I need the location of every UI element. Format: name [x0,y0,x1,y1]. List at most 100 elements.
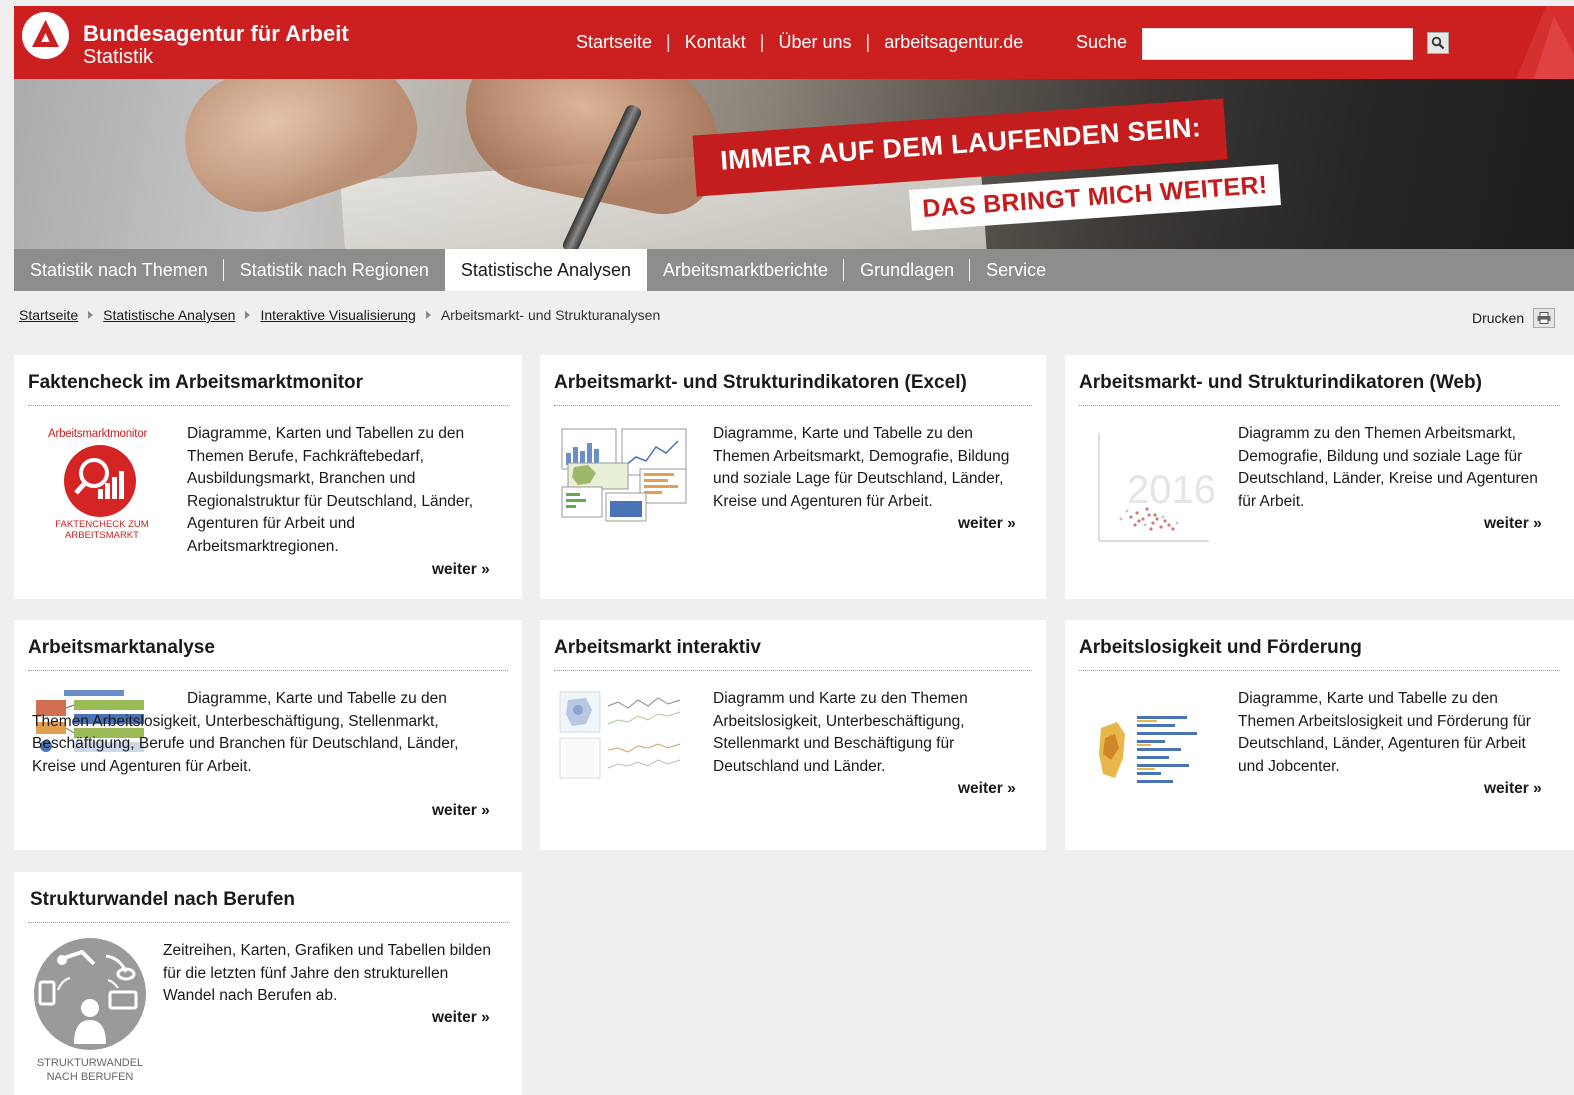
more-arrow-icon: » [1533,780,1542,797]
card-arbeitsmarkt-interaktiv: Arbeitsmarkt interaktiv Diagramm und Kar… [540,620,1046,850]
card-title[interactable]: Arbeitslosigkeit und Förderung [1079,637,1362,659]
header-nav-ueber-uns[interactable]: Über uns [778,32,851,53]
breadcrumb-arrow-icon [425,311,431,319]
hero-banner: IMMER AUF DEM LAUFENDEN SEIN: DAS BRINGT… [14,79,1574,249]
faktencheck-thumbnail[interactable] [64,445,136,517]
header-nav-kontakt[interactable]: Kontakt [685,32,746,53]
more-label: weiter [1484,780,1529,797]
card-divider [28,922,508,923]
more-arrow-icon: » [481,1009,490,1026]
arbeitsmarkt-interaktiv-thumbnail[interactable] [556,686,686,786]
ba-logo-icon[interactable] [22,12,69,59]
card-divider [554,405,1032,406]
breadcrumb-current: Arbeitsmarkt- und Strukturanalysen [440,307,661,323]
brand-subtitle: Statistik [83,46,154,68]
thumb-year-label: 2016 [1127,468,1215,512]
nav-separator: | [865,32,871,52]
brand[interactable]: Bundesagentur für Arbeit Statistik [83,21,349,69]
header-nav-startseite[interactable]: Startseite [576,32,652,53]
search-icon [1431,36,1445,50]
breadcrumb-startseite[interactable]: Startseite [19,307,78,323]
card-description: Diagramm zu den Themen Arbeitsmarkt, Dem… [1238,425,1538,510]
card-description: Diagramme, Karte und Tabelle zu den Them… [713,425,1010,510]
logo-corner-decoration [1516,6,1574,79]
card-more-link[interactable]: weiter » [432,802,490,820]
card-arbeitsmarktanalyse: Arbeitsmarktanalyse Diagramme, Karte und… [14,620,522,850]
card-divider [28,670,508,671]
main-nav-grundlagen[interactable]: Grundlagen [844,249,971,291]
card-description-text: Diagramme, Karte und Tabelle zu den Them… [32,690,459,775]
card-more-link[interactable]: weiter » [1484,515,1542,533]
card-indikatoren-web: Arbeitsmarkt- und Strukturindikatoren (W… [1065,355,1574,599]
nav-separator: | [759,32,765,52]
card-divider [28,405,508,406]
thumb-label: STRUKTURWANDEL NACH BERUFEN [36,1057,144,1083]
card-title[interactable]: Arbeitsmarkt- und Strukturindikatoren (W… [1079,372,1482,394]
print-label: Drucken [1472,310,1525,326]
card-title[interactable]: Arbeitsmarkt interaktiv [554,637,761,659]
more-arrow-icon: » [1533,515,1542,532]
header-nav-arbeitsagentur[interactable]: arbeitsagentur.de [884,32,1023,53]
breadcrumb-interaktive-visualisierung[interactable]: Interaktive Visualisierung [260,307,415,323]
more-label: weiter [432,802,477,819]
more-arrow-icon: » [481,802,490,819]
main-nav-statistik-nach-themen[interactable]: Statistik nach Themen [14,249,224,291]
card-divider [1079,670,1560,671]
main-nav-statistik-nach-regionen[interactable]: Statistik nach Regionen [224,249,445,291]
card-arbeitslosigkeit-foerderung: Arbeitslosigkeit und Förderung Diagramme… [1065,620,1574,850]
main-nav-arbeitsmarktberichte[interactable]: Arbeitsmarktberichte [647,249,845,291]
breadcrumb-arrow-icon [88,311,94,319]
arbeitslosigkeit-foerderung-thumbnail[interactable] [1093,698,1213,802]
card-more-link[interactable]: weiter » [958,515,1016,533]
card-title[interactable]: Arbeitsmarktanalyse [28,637,215,659]
main-nav-service[interactable]: Service [970,249,1062,291]
card-indikatoren-excel: Arbeitsmarkt- und Strukturindikatoren (E… [540,355,1046,599]
thumb-label: FAKTENCHECK ZUM ARBEITSMARKT [55,519,149,541]
card-description: Diagramme, Karte und Tabelle zu den Them… [32,688,504,778]
more-label: weiter [1484,515,1529,532]
card-more-link[interactable]: weiter » [432,561,490,579]
more-label: weiter [958,515,1003,532]
more-label: weiter [432,561,477,578]
card-description: Zeitreihen, Karten, Grafiken und Tabelle… [163,942,492,1004]
card-more-link[interactable]: weiter » [958,780,1016,798]
magnifier-chart-icon [74,458,124,499]
main-nav-statistische-analysen[interactable]: Statistische Analysen [444,249,647,291]
card-title[interactable]: Faktencheck im Arbeitsmarktmonitor [28,372,363,394]
more-arrow-icon: » [1007,780,1016,797]
card-divider [1079,405,1560,406]
printer-icon [1537,312,1551,324]
breadcrumb-statistische-analysen[interactable]: Statistische Analysen [103,307,235,323]
card-strukturwandel: Strukturwandel nach Berufen STRUKTURWAND… [14,872,522,1095]
card-divider [554,670,1032,671]
excel-indicators-thumbnail[interactable] [560,427,692,523]
card-description: Diagramme, Karte und Tabelle zu den Them… [1238,690,1531,775]
print-button[interactable] [1533,308,1556,328]
print-link[interactable]: Drucken [1472,308,1556,328]
card-title[interactable]: Strukturwandel nach Berufen [30,889,295,911]
thumb-label: Arbeitsmarktmonitor [48,428,148,440]
card-more-link[interactable]: weiter » [432,1009,490,1027]
strukturwandel-icon [38,949,138,1044]
search-input[interactable] [1142,28,1413,60]
brand-title: Bundesagentur für Arbeit [83,21,349,46]
more-label: weiter [958,780,1003,797]
more-label: weiter [432,1009,477,1026]
web-indicators-thumbnail[interactable]: 2016 [1091,423,1215,553]
more-arrow-icon: » [1007,515,1016,532]
nav-separator: | [666,32,671,52]
strukturwandel-thumbnail[interactable] [34,938,146,1050]
card-description: Diagramm und Karte zu den Themen Arbeits… [713,690,968,775]
breadcrumb-arrow-icon [245,311,251,319]
more-arrow-icon: » [481,561,490,578]
card-title[interactable]: Arbeitsmarkt- und Strukturindikatoren (E… [554,372,967,394]
header-nav: Startseite | Kontakt | Über uns | arbeit… [576,32,1023,53]
search-label: Suche [1076,32,1128,52]
site-header: Bundesagentur für Arbeit Statistik Start… [14,6,1574,79]
card-faktencheck: Faktencheck im Arbeitsmarktmonitor Arbei… [14,355,522,599]
card-description: Diagramme, Karten und Tabellen zu den Th… [187,425,474,555]
card-more-link[interactable]: weiter » [1484,780,1542,798]
search-button[interactable] [1427,32,1449,54]
breadcrumb: Startseite Statistische Analysen Interak… [19,307,660,323]
main-nav: Statistik nach Themen Statistik nach Reg… [14,249,1574,291]
